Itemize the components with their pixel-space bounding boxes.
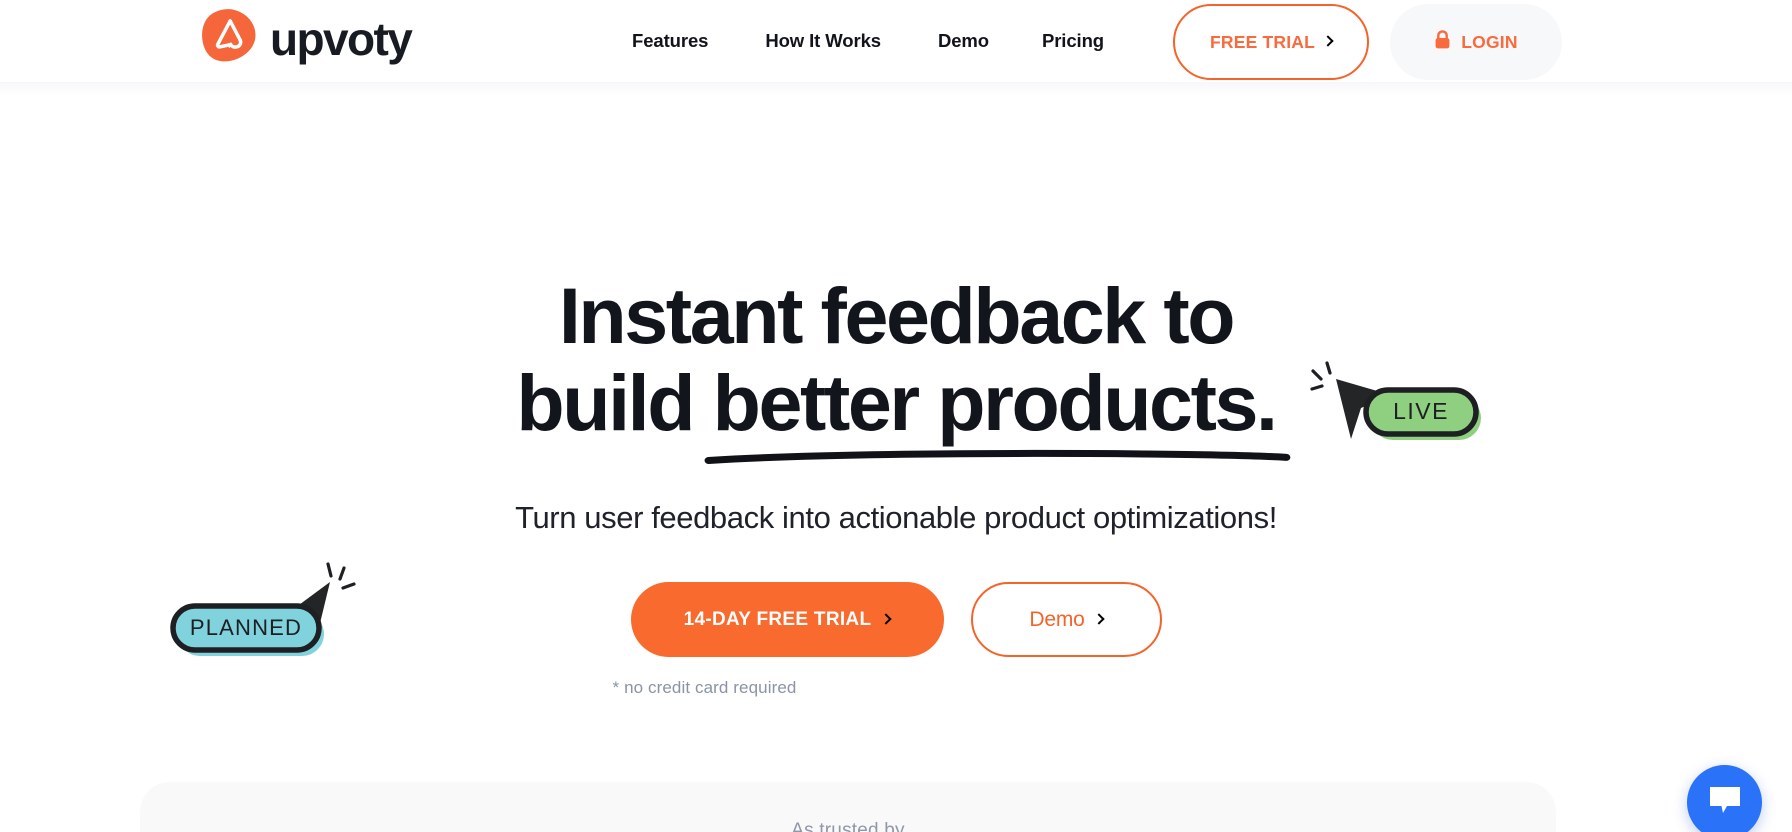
hero-title-underlined-text: better products. [712,358,1278,447]
logo[interactable]: upvoty [198,6,413,68]
hero-subtitle: Turn user feedback into actionable produ… [515,500,1277,535]
header-shadow [0,82,1792,96]
nav-item-features[interactable]: Features [632,30,708,52]
live-badge-label: LIVE [1393,398,1449,424]
hero-title-underlined-phrase: better products. [704,358,1291,464]
demo-cta-label: Demo [1029,607,1085,631]
planned-badge-label: PLANNED [190,615,302,640]
chevron-right-icon [1092,612,1105,625]
demo-cta-button[interactable]: Demo [970,582,1162,657]
upvoty-logo-icon [198,6,260,68]
free-trial-label: FREE TRIAL [1209,31,1316,52]
no-credit-card-note: * no credit card required [612,678,797,697]
planned-badge-doodle: PLANNED [168,556,373,666]
chevron-right-icon [1322,35,1334,47]
main-nav: Features How It Works Demo Pricing [632,30,1104,52]
free-trial-cta-label: 14-DAY FREE TRIAL [683,608,872,630]
free-trial-button[interactable]: FREE TRIAL [1173,4,1369,80]
site-header: upvoty Features How It Works Demo Pricin… [0,0,1792,82]
free-trial-cta-button[interactable]: 14-DAY FREE TRIAL [630,582,944,657]
hero-title: Instant feedback to build better product… [0,271,1792,464]
hand-underline-decoration [704,449,1291,464]
hero-title-line2: build better products. [516,358,1291,464]
page-root: upvoty Features How It Works Demo Pricin… [0,0,1792,832]
chevron-right-icon [880,612,893,625]
hero-title-line1: Instant feedback to [558,271,1236,360]
login-label: LOGIN [1461,31,1518,52]
login-button[interactable]: LOGIN [1390,4,1562,80]
nav-item-how-it-works[interactable]: How It Works [765,30,881,52]
chat-bubble-icon [1708,785,1742,820]
trusted-by-label: As trusted by [791,820,905,832]
nav-item-demo[interactable]: Demo [938,30,989,52]
lock-icon [1434,29,1451,55]
trusted-by-panel: As trusted by [140,782,1556,832]
nav-item-pricing[interactable]: Pricing [1042,30,1104,52]
logo-wordmark: upvoty [270,13,413,65]
hero-title-line2-prefix: build [516,358,713,447]
chat-widget-button[interactable] [1687,765,1762,832]
live-badge-doodle: LIVE [1305,355,1505,455]
